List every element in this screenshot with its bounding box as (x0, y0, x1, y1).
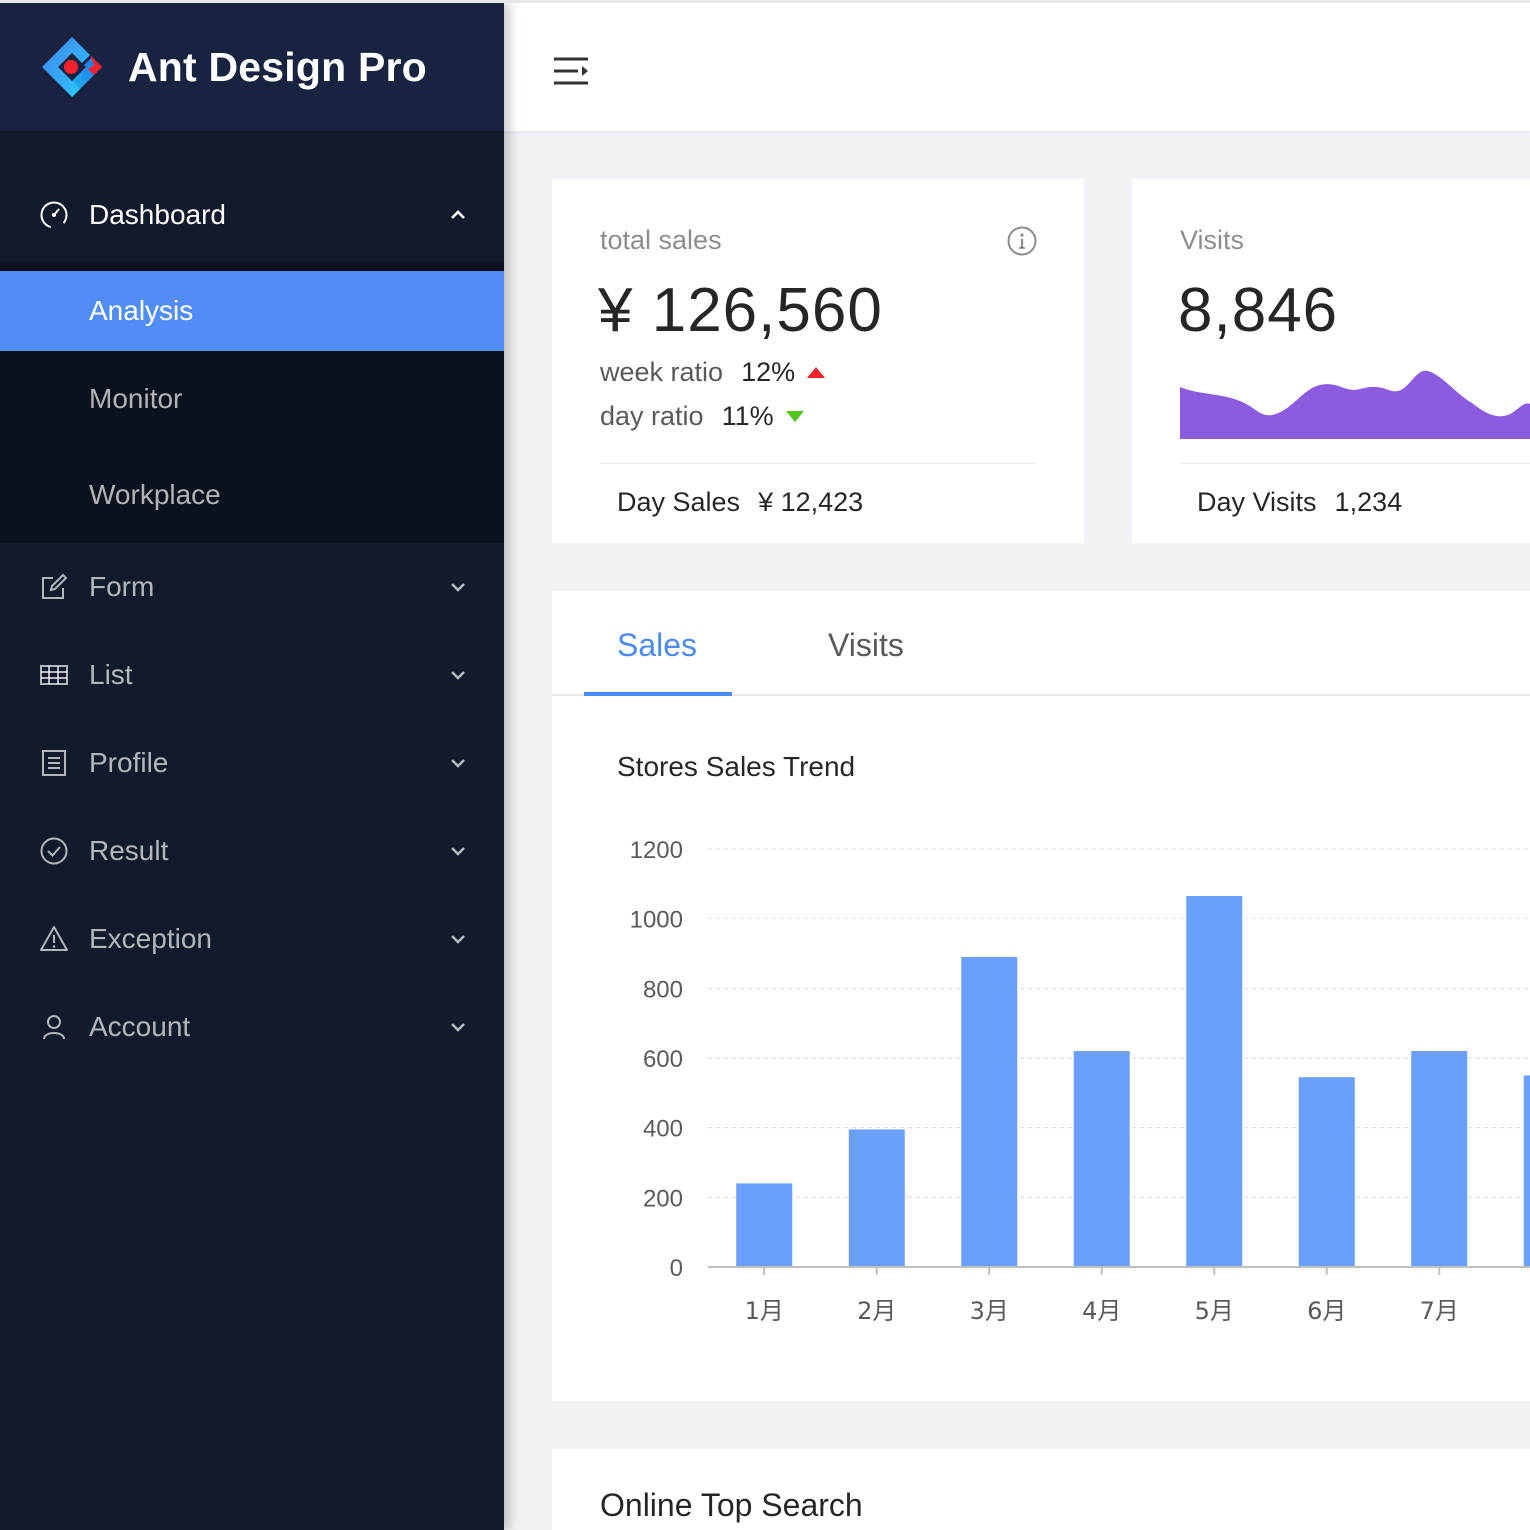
total-sales-card: total sales ¥ 126,560 week ratio 12% day… (552, 179, 1084, 543)
week-ratio-value: 12% (741, 357, 796, 387)
online-top-search-card: Online Top Search (552, 1449, 1530, 1530)
dashboard-submenu: Analysis Monitor Workplace (0, 263, 504, 543)
week-ratio-label: week ratio (600, 357, 724, 387)
visits-area-chart (1180, 370, 1530, 439)
divider (600, 463, 1036, 464)
visits-value: 8,846 (1178, 276, 1339, 345)
chevron-down-icon (451, 583, 465, 592)
table-icon (38, 659, 70, 691)
sidebar-menu: Dashboard Analysis Monitor Workplace For… (0, 131, 504, 1071)
day-ratio: day ratio 11% (600, 401, 804, 432)
tab-ink-bar (584, 692, 732, 696)
bar (961, 956, 1018, 1267)
y-tick-label: 200 (643, 1185, 683, 1212)
sidebar-item-account[interactable]: Account (0, 983, 504, 1071)
bar (1411, 1051, 1468, 1267)
sidebar: Ant Design Pro Dashboard Analysis Monito… (0, 3, 504, 1530)
sidebar-item-profile[interactable]: Profile (0, 719, 504, 807)
total-sales-value: ¥ 126,560 (598, 276, 883, 345)
chevron-down-icon (451, 935, 465, 944)
sales-bar-chart: 0200400600800100012001月2月3月4月5月6月7月8月 (630, 837, 1530, 1325)
profile-icon (38, 747, 70, 779)
visits-area (1180, 370, 1530, 439)
total-sales-title: total sales (600, 225, 722, 255)
sidebar-item-label: Dashboard (89, 199, 226, 230)
bar (736, 1183, 793, 1267)
sales-chart-card: Sales Visits Stores Sales Trend 0 200 400 6… (552, 591, 1530, 1401)
sidebar-item-dashboard[interactable]: Dashboard (0, 167, 504, 263)
online-top-search-title: Online Top Search (600, 1487, 863, 1523)
day-visits-value: 1,234 (1334, 487, 1403, 517)
info-circle-icon[interactable] (1006, 225, 1038, 257)
day-visits: Day Visits 1,234 (1197, 487, 1402, 518)
bar (1298, 1077, 1355, 1267)
day-sales-label: Day Sales (617, 487, 741, 517)
top-border (0, 0, 1530, 3)
chevron-down-icon (451, 759, 465, 768)
y-tick-label: 1200 (630, 837, 683, 864)
form-icon (38, 571, 70, 603)
y-tick-label: 1000 (630, 907, 683, 934)
ant-design-logo-icon (42, 37, 102, 97)
sidebar-item-label: Account (89, 1011, 191, 1042)
app-title: Ant Design Pro (128, 43, 427, 90)
day-ratio-value: 11% (721, 401, 774, 431)
check-circle-icon (38, 835, 70, 867)
sidebar-item-workplace[interactable]: Workplace (0, 447, 504, 543)
warning-icon (38, 923, 70, 955)
x-tick-label: 5月 (1195, 1297, 1234, 1325)
x-tick-label: 3月 (970, 1297, 1009, 1325)
day-ratio-label: day ratio (600, 401, 704, 431)
y-tick-label: 0 (670, 1255, 683, 1282)
tab-visits[interactable]: Visits (828, 627, 904, 664)
visits-card: Visits 8,846 Day Visits 1,234 (1132, 179, 1530, 543)
sidebar-item-label: List (89, 659, 133, 690)
chevron-down-icon (451, 847, 465, 856)
x-tick-label: 2月 (857, 1297, 896, 1325)
chevron-up-icon (451, 210, 465, 219)
chevron-down-icon (451, 1023, 465, 1032)
y-tick-label: 600 (643, 1046, 683, 1073)
chevron-down-icon (451, 671, 465, 680)
menu-fold-icon[interactable] (552, 51, 592, 91)
dashboard-icon (38, 199, 70, 231)
sidebar-item-list[interactable]: List (0, 631, 504, 719)
top-header (504, 3, 1530, 131)
bar (1186, 896, 1243, 1267)
sidebar-item-result[interactable]: Result (0, 807, 504, 895)
sidebar-item-monitor[interactable]: Monitor (0, 351, 504, 447)
app-root: Ant Design Pro Dashboard Analysis Monito… (0, 0, 1530, 1530)
chart-tabs: Sales Visits (552, 591, 1530, 696)
x-tick-label: 4月 (1082, 1297, 1121, 1325)
sidebar-item-label: Profile (89, 747, 169, 778)
chart-title: Stores Sales Trend (617, 751, 856, 782)
sidebar-item-label: Result (89, 835, 169, 866)
sidebar-item-form[interactable]: Form (0, 543, 504, 631)
visits-title: Visits (1180, 225, 1245, 255)
week-ratio: week ratio 12% (600, 357, 826, 388)
day-sales-value: ¥ 12,423 (758, 487, 864, 517)
caret-up-icon (807, 367, 826, 378)
caret-down-icon (785, 411, 804, 422)
logo-bar[interactable]: Ant Design Pro (0, 3, 504, 131)
bar (1523, 1075, 1530, 1267)
day-visits-label: Day Visits (1197, 487, 1317, 517)
x-tick-label: 6月 (1307, 1297, 1346, 1325)
bar (848, 1129, 905, 1267)
y-tick-label: 400 (643, 1116, 683, 1143)
y-tick-label: 800 (643, 976, 683, 1003)
x-tick-label: 1月 (745, 1297, 784, 1325)
x-tick-label: 7月 (1420, 1297, 1459, 1325)
sidebar-item-exception[interactable]: Exception (0, 895, 504, 983)
sidebar-item-analysis[interactable]: Analysis (0, 271, 504, 351)
bar (1073, 1051, 1130, 1267)
tab-sales[interactable]: Sales (617, 627, 697, 664)
day-sales: Day Sales ¥ 12,423 (617, 487, 863, 518)
sidebar-item-label: Form (89, 571, 155, 602)
user-icon (38, 1011, 70, 1043)
sidebar-item-label: Exception (89, 923, 212, 954)
divider (1180, 463, 1530, 464)
